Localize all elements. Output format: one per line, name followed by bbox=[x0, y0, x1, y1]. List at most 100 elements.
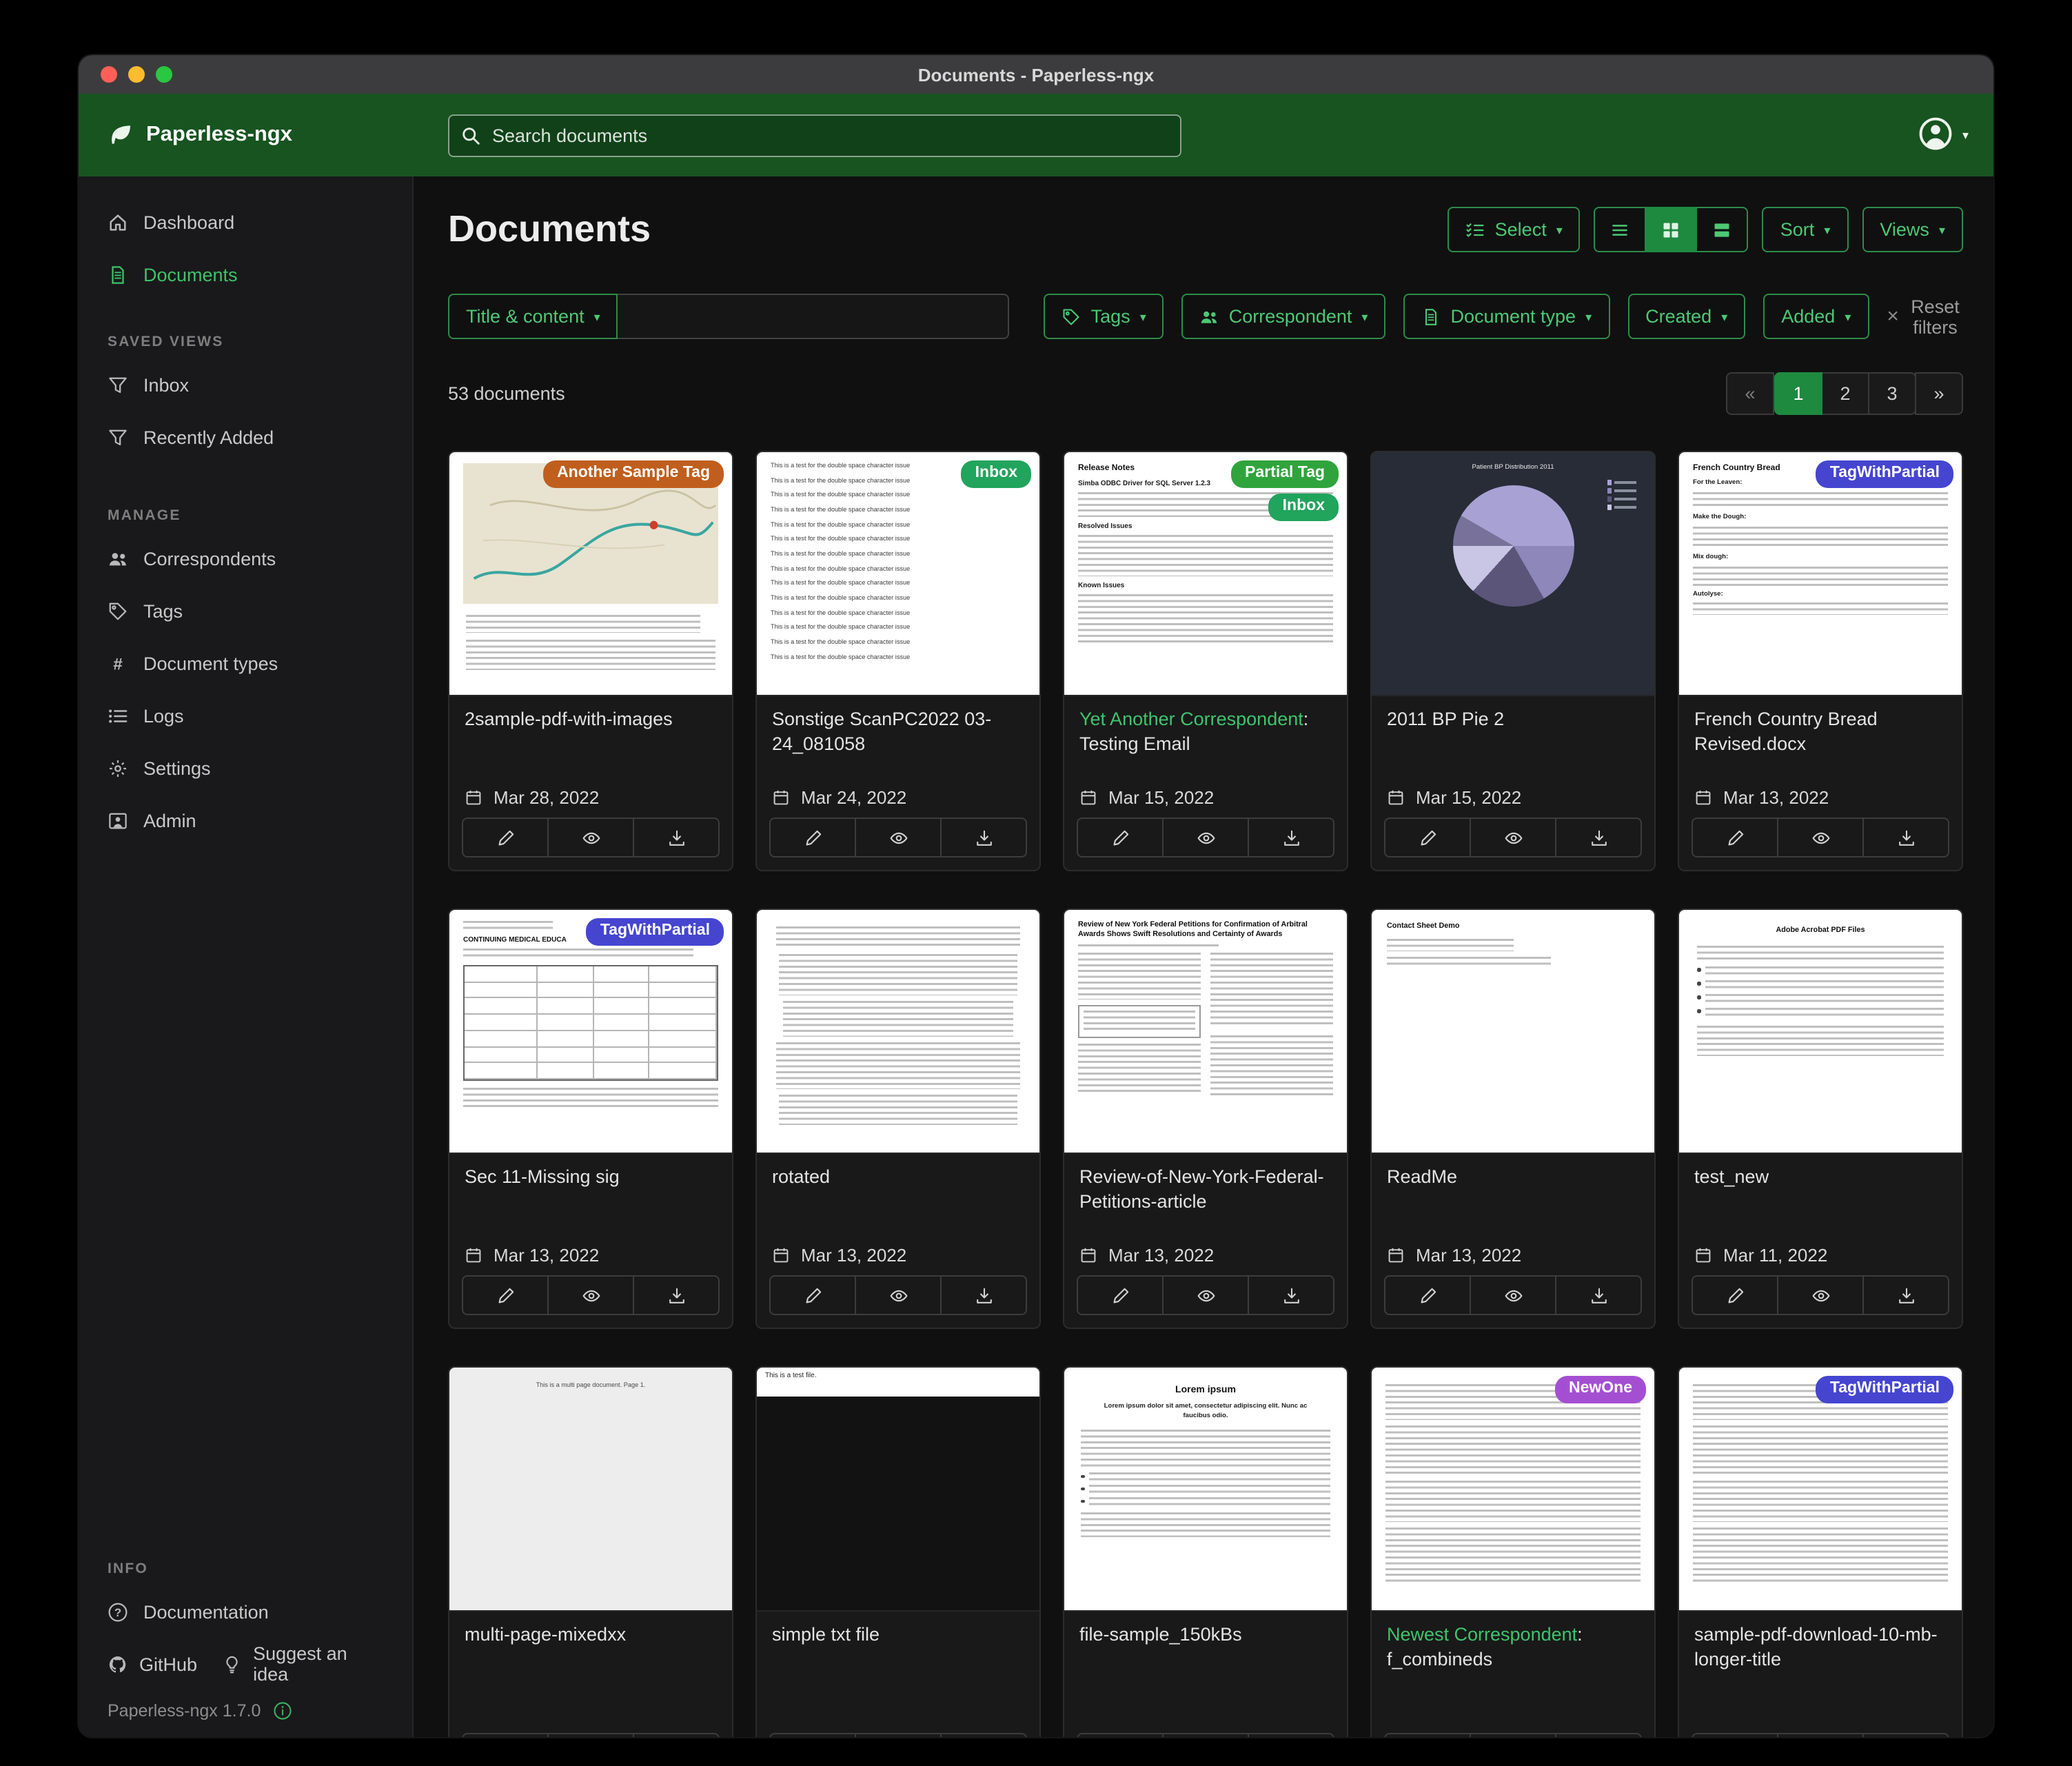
document-thumbnail[interactable]: Review of New York Federal Petitions for… bbox=[1064, 910, 1347, 1154]
document-title[interactable]: sample-pdf-download-10-mb-longer-title bbox=[1694, 1623, 1947, 1672]
preview-button[interactable] bbox=[1162, 1277, 1248, 1314]
download-button[interactable] bbox=[1248, 1277, 1333, 1314]
download-button[interactable] bbox=[633, 1734, 718, 1737]
preview-button[interactable] bbox=[1470, 819, 1555, 856]
tag-badge[interactable]: NewOne bbox=[1555, 1376, 1646, 1403]
preview-button[interactable] bbox=[547, 819, 633, 856]
edit-button[interactable] bbox=[463, 1734, 547, 1737]
document-thumbnail[interactable] bbox=[757, 910, 1039, 1154]
correspondent-link[interactable]: Yet Another Correspondent bbox=[1079, 709, 1303, 729]
tag-badge[interactable]: TagWithPartial bbox=[587, 918, 724, 946]
reset-filters-button[interactable]: × Reset filters bbox=[1887, 296, 1963, 337]
download-button[interactable] bbox=[1248, 819, 1333, 856]
select-button[interactable]: Select ▾ bbox=[1448, 207, 1581, 252]
search-input[interactable] bbox=[448, 114, 1181, 157]
pagination-page-button[interactable]: 1 bbox=[1774, 372, 1822, 415]
document-card[interactable]: NewOne Newest Correspondent: f_combineds bbox=[1370, 1366, 1656, 1737]
document-thumbnail[interactable]: This is a test file. bbox=[757, 1368, 1039, 1612]
preview-button[interactable] bbox=[1777, 1734, 1862, 1737]
download-button[interactable] bbox=[1862, 1734, 1948, 1737]
document-card[interactable]: Contact Sheet Demo ReadMe Mar 13, 2022 bbox=[1370, 909, 1656, 1329]
preview-button[interactable] bbox=[855, 1277, 940, 1314]
close-window-button[interactable] bbox=[101, 66, 117, 83]
sidebar-item-recently-added[interactable]: Recently Added bbox=[79, 411, 412, 463]
pagination-prev-button[interactable]: « bbox=[1726, 372, 1774, 415]
document-title[interactable]: test_new bbox=[1694, 1165, 1947, 1190]
tag-badge[interactable]: Another Sample Tag bbox=[543, 460, 724, 488]
filter-document-type-button[interactable]: Document type ▾ bbox=[1403, 294, 1609, 339]
title-content-filter-input[interactable] bbox=[618, 294, 1010, 339]
filter-field-button[interactable]: Title & content ▾ bbox=[448, 294, 618, 339]
edit-button[interactable] bbox=[1385, 819, 1470, 856]
document-title[interactable]: Sonstige ScanPC2022 03-24_081058 bbox=[772, 707, 1024, 756]
preview-button[interactable] bbox=[1777, 819, 1862, 856]
github-link[interactable]: GitHub bbox=[108, 1654, 197, 1674]
document-title[interactable]: multi-page-mixedxx bbox=[465, 1623, 717, 1647]
download-button[interactable] bbox=[633, 1277, 718, 1314]
document-card[interactable]: This is a multi page document. Page 1. m… bbox=[448, 1366, 733, 1737]
suggest-idea-link[interactable]: Suggest an idea bbox=[222, 1643, 383, 1685]
sidebar-item-documents[interactable]: Documents bbox=[79, 248, 412, 301]
document-card[interactable]: Release NotesSimba ODBC Driver for SQL S… bbox=[1063, 451, 1348, 871]
pagination-page-button[interactable]: 3 bbox=[1868, 372, 1916, 415]
view-details-button[interactable] bbox=[1696, 207, 1749, 252]
document-title[interactable]: 2sample-pdf-with-images bbox=[465, 707, 717, 732]
views-button[interactable]: Views ▾ bbox=[1862, 207, 1963, 252]
download-button[interactable] bbox=[940, 1277, 1026, 1314]
preview-button[interactable] bbox=[547, 1277, 633, 1314]
document-card[interactable]: Review of New York Federal Petitions for… bbox=[1063, 909, 1348, 1329]
download-button[interactable] bbox=[1862, 819, 1948, 856]
edit-button[interactable] bbox=[771, 819, 855, 856]
pagination-next-button[interactable]: » bbox=[1915, 372, 1963, 415]
download-button[interactable] bbox=[1248, 1734, 1333, 1737]
edit-button[interactable] bbox=[1385, 1734, 1470, 1737]
preview-button[interactable] bbox=[1162, 1734, 1248, 1737]
document-card[interactable]: This is a test file. simple txt file bbox=[755, 1366, 1041, 1737]
filter-added-button[interactable]: Added ▾ bbox=[1763, 294, 1869, 339]
edit-button[interactable] bbox=[1693, 1734, 1777, 1737]
edit-button[interactable] bbox=[463, 1277, 547, 1314]
sidebar-item-tags[interactable]: Tags bbox=[79, 585, 412, 637]
download-button[interactable] bbox=[1862, 1277, 1948, 1314]
preview-button[interactable] bbox=[855, 1734, 940, 1737]
tag-badge[interactable]: Partial Tag bbox=[1231, 460, 1339, 488]
view-grid-button[interactable] bbox=[1645, 207, 1698, 252]
download-button[interactable] bbox=[940, 1734, 1026, 1737]
document-title[interactable]: Review-of-New-York-Federal-Petitions-art… bbox=[1079, 1165, 1332, 1214]
document-thumbnail[interactable]: This is a multi page document. Page 1. bbox=[449, 1368, 732, 1612]
preview-button[interactable] bbox=[547, 1734, 633, 1737]
document-thumbnail[interactable]: NewOne bbox=[1372, 1368, 1654, 1612]
preview-button[interactable] bbox=[855, 819, 940, 856]
document-card[interactable]: Adobe Acrobat PDF Files test_new Mar 11,… bbox=[1678, 909, 1963, 1329]
correspondent-link[interactable]: Newest Correspondent bbox=[1387, 1624, 1577, 1645]
edit-button[interactable] bbox=[1385, 1277, 1470, 1314]
document-title[interactable]: French Country Bread Revised.docx bbox=[1694, 707, 1947, 756]
download-button[interactable] bbox=[633, 819, 718, 856]
sidebar-item-documentation[interactable]: Documentation bbox=[79, 1585, 412, 1638]
tag-badge[interactable]: Inbox bbox=[1269, 494, 1339, 521]
pagination-page-button[interactable]: 2 bbox=[1821, 372, 1869, 415]
minimize-window-button[interactable] bbox=[128, 66, 145, 83]
edit-button[interactable] bbox=[1078, 819, 1162, 856]
document-title[interactable]: Yet Another Correspondent: Testing Email bbox=[1079, 707, 1332, 756]
filter-created-button[interactable]: Created ▾ bbox=[1627, 294, 1745, 339]
preview-button[interactable] bbox=[1470, 1277, 1555, 1314]
document-thumbnail[interactable]: Adobe Acrobat PDF Files bbox=[1679, 910, 1962, 1154]
edit-button[interactable] bbox=[1693, 1277, 1777, 1314]
document-title[interactable]: rotated bbox=[772, 1165, 1024, 1190]
document-card[interactable]: Patient BP Distribution 2011 2011 BP Pie… bbox=[1370, 451, 1656, 871]
document-title[interactable]: simple txt file bbox=[772, 1623, 1024, 1647]
sort-button[interactable]: Sort ▾ bbox=[1763, 207, 1849, 252]
tag-badge[interactable]: TagWithPartial bbox=[1816, 1376, 1953, 1403]
download-button[interactable] bbox=[940, 819, 1026, 856]
preview-button[interactable] bbox=[1777, 1277, 1862, 1314]
edit-button[interactable] bbox=[463, 819, 547, 856]
sidebar-item-logs[interactable]: Logs bbox=[79, 689, 412, 742]
user-menu[interactable]: ▾ bbox=[1918, 116, 1969, 152]
edit-button[interactable] bbox=[1078, 1734, 1162, 1737]
edit-button[interactable] bbox=[1078, 1277, 1162, 1314]
document-card[interactable]: This is a test for the double space char… bbox=[755, 451, 1041, 871]
sidebar-item-settings[interactable]: Settings bbox=[79, 742, 412, 794]
document-title[interactable]: file-sample_150kBs bbox=[1079, 1623, 1332, 1647]
download-button[interactable] bbox=[1555, 1734, 1641, 1737]
